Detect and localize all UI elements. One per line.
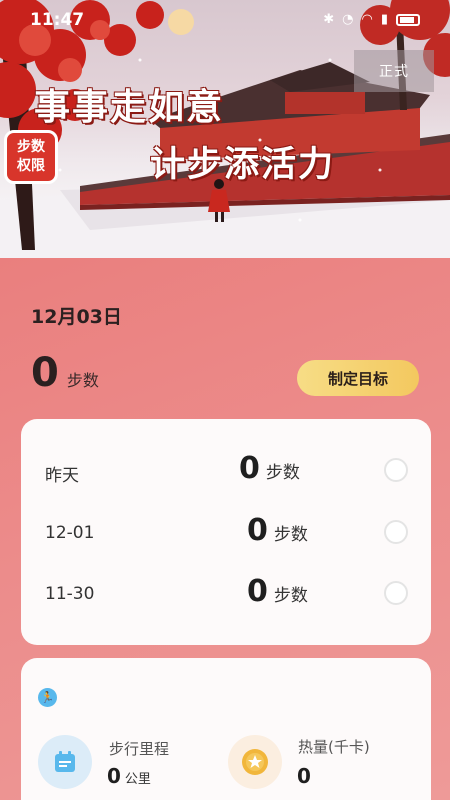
history-date: 11-30 (45, 584, 95, 604)
history-steps-unit: 步数 (273, 586, 308, 606)
step-history-card: 昨天 0 步数 12-01 0 步数 11-30 0 步数 (21, 419, 431, 645)
history-steps-count: 0 (239, 451, 260, 486)
history-date: 12-01 (45, 523, 95, 543)
history-row[interactable]: 昨天 0 步数 (21, 451, 431, 491)
calories-number: 0 (297, 764, 311, 788)
calories-title: 热量(千卡) (298, 738, 370, 756)
history-steps: 0 步数 (247, 513, 308, 548)
set-goal-button[interactable]: 制定目标 (297, 360, 419, 396)
distance-unit: 公里 (124, 772, 151, 787)
running-icon: 🏃 (38, 688, 57, 707)
distance-title: 步行里程 (109, 740, 170, 758)
history-radio[interactable] (384, 458, 408, 482)
status-icons: ✱ ◔ ◠ ▮ (323, 12, 420, 27)
calories-value: 0 (297, 764, 311, 788)
distance-icon (38, 735, 92, 789)
status-time: 11:47 (30, 10, 85, 30)
mode-tag[interactable]: 正式 (354, 50, 434, 92)
stats-card: 🏃 步行里程 0 公里 热量(千卡) 0 (21, 658, 431, 800)
history-steps-count: 0 (247, 513, 268, 548)
status-bar: 11:47 ✱ ◔ ◠ ▮ (0, 10, 450, 32)
today-steps-unit: 步数 (66, 371, 99, 390)
calorie-icon (228, 735, 282, 789)
history-row[interactable]: 12-01 0 步数 (21, 513, 431, 553)
badge-line2: 权限 (17, 158, 45, 174)
history-steps: 0 步数 (247, 574, 308, 609)
history-row[interactable]: 11-30 0 步数 (21, 574, 431, 614)
badge-line1: 步数 (17, 139, 45, 155)
history-radio[interactable] (384, 520, 408, 544)
wifi-icon: ◠ (361, 12, 373, 27)
mute-icon: ◔ (342, 12, 354, 27)
history-steps: 0 步数 (239, 451, 300, 486)
history-steps-count: 0 (247, 574, 268, 609)
today-steps-count: 0 (31, 350, 59, 396)
today-steps: 0 步数 (31, 353, 99, 393)
battery-icon (396, 13, 420, 26)
main-content: 12月03日 0 步数 制定目标 昨天 0 步数 12-01 0 步数 11-3… (0, 258, 450, 800)
slogan-line2: 计步添活力 (150, 144, 336, 185)
distance-value: 0 公里 (107, 764, 151, 788)
history-steps-unit: 步数 (265, 463, 300, 483)
distance-number: 0 (107, 764, 121, 788)
current-date: 12月03日 (31, 306, 122, 328)
step-permission-badge[interactable]: 步数 权限 (4, 130, 58, 184)
hero-banner: 11:47 ✱ ◔ ◠ ▮ 正式 事事走如意 计步添活力 步数 权限 (0, 0, 450, 258)
bluetooth-icon: ✱ (323, 12, 335, 27)
signal-icon: ▮ (380, 12, 388, 27)
history-steps-unit: 步数 (273, 525, 308, 545)
history-radio[interactable] (384, 581, 408, 605)
history-date: 昨天 (45, 466, 79, 486)
slogan-line1: 事事走如意 (34, 86, 225, 128)
